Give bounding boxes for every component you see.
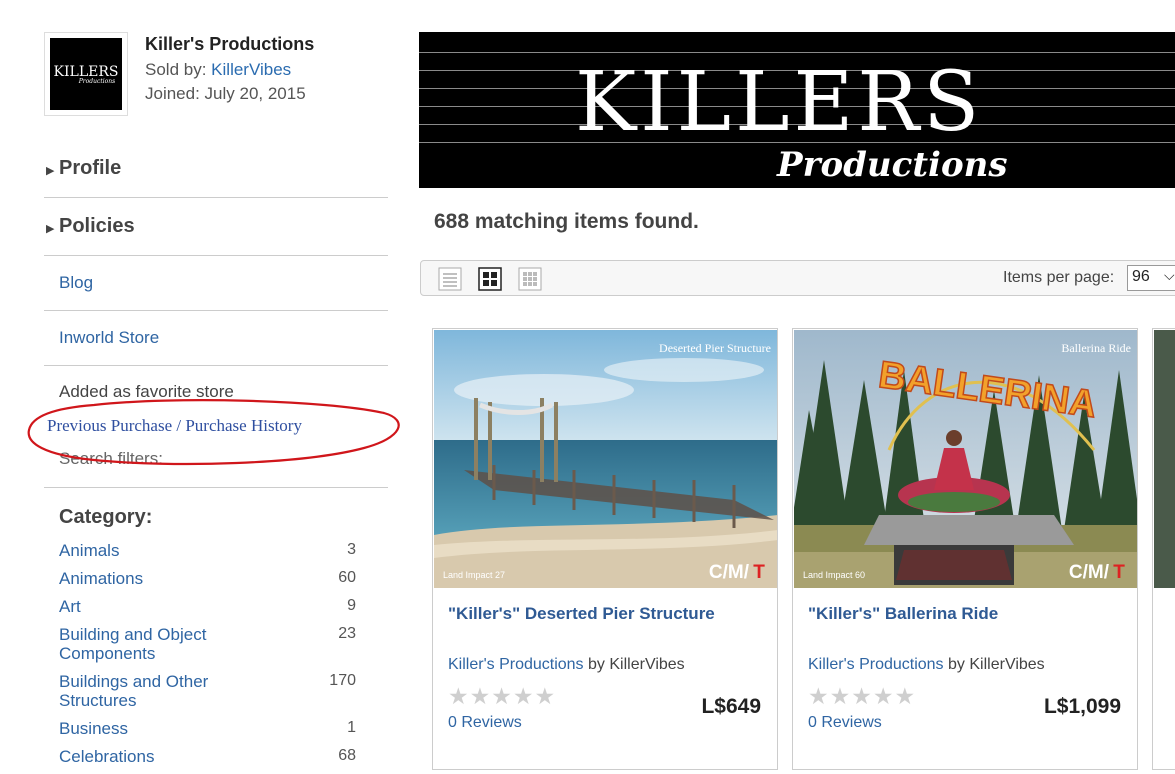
chevron-down-icon: ⌵ [1164,267,1175,283]
grid-view-button[interactable] [477,266,503,292]
by-text: by [588,656,605,673]
category-item[interactable]: Buildings and Other Structures 170 [59,672,356,710]
by-text: by [948,656,965,673]
category-name: Celebrations [59,747,155,766]
caret-right-icon: ▶ [46,165,55,177]
banner-title: KILLERS [575,55,983,150]
product-image [1154,330,1175,588]
category-count: 1 [347,719,356,736]
previous-purchase-link[interactable]: Previous Purchase / Purchase History [47,416,302,436]
category-count: 60 [338,569,356,586]
sold-by-label: Sold by: [145,60,207,79]
inworld-store-link[interactable]: Inworld Store [44,311,388,366]
inworld-store-label: Inworld Store [59,328,160,347]
seller-name: KillerVibes [609,656,685,673]
category-item[interactable]: Animations 60 [59,569,356,588]
seller-name: KillerVibes [969,656,1045,673]
category-name: Business [59,719,128,738]
store-link[interactable]: Killer's Productions [448,656,584,673]
seller-link[interactable]: KillerVibes [211,60,291,79]
category-item[interactable]: Building and Object Components 23 [59,625,356,663]
category-count: 68 [338,747,356,764]
grid-view-icon [478,267,502,291]
product-byline: Killer's Productions by KillerVibes [808,656,1045,674]
category-name: Art [59,597,81,616]
rating-stars: ★★★★★ [448,683,557,709]
results-toolbar: Items per page: 96 ⌵ [420,260,1175,296]
items-per-page-select[interactable]: 96 ⌵ [1127,265,1175,291]
blog-link[interactable]: Blog [44,256,388,311]
list-view-button[interactable] [437,266,463,292]
gallery-view-button[interactable] [517,266,543,292]
category-item[interactable]: Art 9 [59,597,356,616]
product-title[interactable]: "Killer's" Deserted Pier Structure [448,604,715,624]
land-impact: Land Impact 60 [803,570,865,580]
ballerina-ride-image: BALLERINA Ballerina Ride Land Impact 60 … [794,330,1137,588]
product-image[interactable]: Deserted Pier Structure Land Impact 27 C… [434,330,777,588]
store-name: Killer's Productions [145,34,315,54]
image-caption: Deserted Pier Structure [659,341,771,355]
permissions-label: C/M/ [709,562,750,583]
gallery-view-icon [518,267,542,291]
category-item[interactable]: Animals 3 [59,541,356,560]
items-per-page-label: Items per page: [1003,269,1115,286]
product-price: L$649 [701,695,761,718]
logo-subtext: Productions [78,77,116,85]
policies-section[interactable]: ▶ Policies [44,198,388,256]
category-count: 9 [347,597,356,614]
banner-subtitle: Productions [776,145,1008,185]
category-count: 3 [347,541,356,558]
category-name: Building and Object Components [59,625,207,663]
store-link[interactable]: Killer's Productions [808,656,944,673]
category-item[interactable]: Celebrations 68 [59,747,356,766]
product-byline: Killer's Productions by KillerVibes [448,656,685,674]
results-count: 688 matching items found. [434,210,699,233]
category-item[interactable]: Business 1 [59,719,356,738]
product-card-partial[interactable] [1152,328,1175,770]
profile-section[interactable]: ▶ Profile [44,140,388,198]
product-price: L$1,099 [1043,695,1121,718]
product-title[interactable]: "Killer's" Ballerina Ride [808,604,998,624]
policies-label: Policies [59,215,135,237]
transfer-mark: T [1113,562,1125,583]
store-banner: KILLERS Productions [419,32,1175,188]
product-image[interactable]: BALLERINA Ballerina Ride Land Impact 60 … [794,330,1137,588]
reviews-link[interactable]: 0 Reviews [448,714,522,732]
reviews-link[interactable]: 0 Reviews [808,714,882,732]
profile-label: Profile [59,157,122,179]
product-card[interactable]: Deserted Pier Structure Land Impact 27 C… [432,328,778,770]
rating-stars: ★★★★★ [808,683,917,709]
items-per-page-value: 96 [1132,268,1150,285]
product-card[interactable]: BALLERINA Ballerina Ride Land Impact 60 … [792,328,1138,770]
banner-logo: KILLERS Productions [575,55,1008,185]
category-name: Animals [59,541,120,560]
category-name: Buildings and Other Structures [59,672,209,710]
category-title: Category: [59,506,153,528]
sold-by: Sold by: KillerVibes [145,60,291,80]
list-view-icon [438,267,462,291]
store-logo: KILLERS Productions [44,32,128,116]
pier-image: Deserted Pier Structure Land Impact 27 C… [434,330,777,588]
transfer-mark: T [753,562,765,583]
blog-label: Blog [59,273,94,292]
caret-right-icon: ▶ [46,223,55,235]
permissions-label: C/M/ [1069,562,1110,583]
land-impact: Land Impact 27 [443,570,505,580]
joined-date: Joined: July 20, 2015 [145,84,306,103]
divider [44,487,388,488]
image-caption: Ballerina Ride [1061,341,1131,355]
category-count: 23 [338,625,356,642]
category-count: 170 [329,672,356,689]
category-name: Animations [59,569,144,588]
